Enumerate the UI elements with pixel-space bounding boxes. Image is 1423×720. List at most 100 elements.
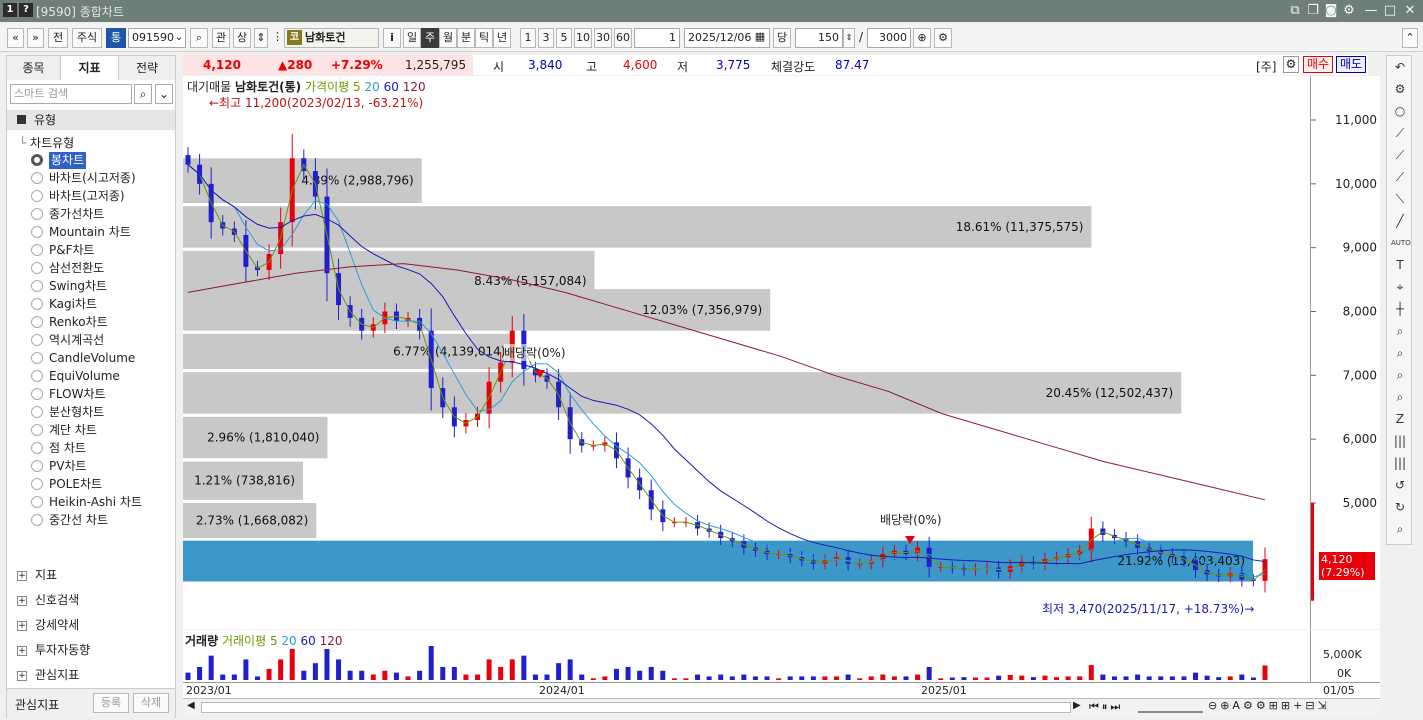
chart-type-item-16[interactable]: 점 차트 xyxy=(49,440,86,457)
tool-11-icon[interactable]: ┼ xyxy=(1391,300,1409,318)
chart-type-item-9[interactable]: Renko차트 xyxy=(49,314,108,331)
scroll-left-icon[interactable]: ◀ xyxy=(187,700,195,711)
tool-3-icon[interactable]: ⟋ xyxy=(1391,124,1409,142)
chart-type-item-8[interactable]: Kagi차트 xyxy=(49,296,97,313)
chart-type-item-5[interactable]: P&F차트 xyxy=(49,242,95,259)
count-input[interactable]: 150 xyxy=(795,28,843,48)
tool-9-icon[interactable]: T xyxy=(1391,256,1409,274)
tool-0-icon[interactable]: ↶ xyxy=(1391,58,1409,76)
count-stepper[interactable]: ⇕ xyxy=(843,28,855,48)
price-axis[interactable]: 5,000 6,000 7,000 8,000 9,000 10,000 11,000 4,… xyxy=(1310,76,1380,629)
group-1[interactable]: + 신호검색 xyxy=(17,591,79,608)
tool-2-icon[interactable]: ○ xyxy=(1391,102,1409,120)
radio-18[interactable] xyxy=(31,478,43,490)
interval-10-button[interactable]: 10 xyxy=(574,28,592,48)
chart-type-subsection[interactable]: └ 차트유형 xyxy=(19,134,74,151)
sell-button[interactable]: 매도 xyxy=(1336,56,1366,73)
tool-6-icon[interactable]: ⟍ xyxy=(1391,190,1409,208)
gwan-button[interactable]: 관 xyxy=(212,28,230,48)
radio-8[interactable] xyxy=(31,298,43,310)
chart-type-item-19[interactable]: Heikin-Ashi 차트 xyxy=(49,494,142,511)
chart-type-item-4[interactable]: Mountain 차트 xyxy=(49,224,131,241)
radio-17[interactable] xyxy=(31,460,43,472)
period-4-button[interactable]: 틱 xyxy=(475,28,493,48)
chart-type-item-10[interactable]: 역시계곡선 xyxy=(49,332,104,349)
group-0[interactable]: + 지표 xyxy=(17,566,57,583)
radio-11[interactable] xyxy=(31,352,43,364)
info-button[interactable]: i xyxy=(383,28,401,48)
window-number-badge[interactable]: 1 xyxy=(3,3,17,17)
interval-input[interactable]: 1 xyxy=(634,28,680,48)
tab-indicator[interactable]: 지표 xyxy=(61,56,119,80)
type-section-header[interactable]: 유형 xyxy=(7,110,175,130)
radio-6[interactable] xyxy=(31,262,43,274)
drag-handle-icon[interactable]: ⋮ xyxy=(272,28,283,48)
interval-30-button[interactable]: 30 xyxy=(594,28,612,48)
dang-button[interactable]: 당 xyxy=(773,28,791,48)
group-2[interactable]: + 강세약세 xyxy=(17,616,79,633)
tool-8-icon[interactable]: AUTO xyxy=(1391,234,1411,252)
radio-12[interactable] xyxy=(31,370,43,382)
radio-2[interactable] xyxy=(31,190,43,202)
chart-type-item-15[interactable]: 계단 차트 xyxy=(49,422,97,439)
radio-1[interactable] xyxy=(31,172,43,184)
updown-stepper[interactable]: ⇕ xyxy=(254,28,268,48)
nav-next-button[interactable]: » xyxy=(27,28,44,48)
scroll-up-icon[interactable]: ⌃ xyxy=(1402,28,1418,48)
interval-1-button[interactable]: 1 xyxy=(520,28,536,48)
expand-icon[interactable]: + xyxy=(17,620,27,631)
period-3-button[interactable]: 분 xyxy=(457,28,475,48)
tool-7-icon[interactable]: ╱ xyxy=(1391,212,1409,230)
search-icon[interactable]: ⌕ xyxy=(190,28,208,48)
tool-13-icon[interactable]: ⌕ xyxy=(1391,344,1409,362)
help-badge[interactable]: ? xyxy=(19,3,33,17)
chart-type-item-1[interactable]: 바차트(시고저종) xyxy=(49,170,136,187)
radio-14[interactable] xyxy=(31,406,43,418)
radio-15[interactable] xyxy=(31,424,43,436)
tool-17-icon[interactable]: ||| xyxy=(1391,432,1409,450)
max-count-input[interactable]: 3000 xyxy=(867,28,911,48)
jeon-button[interactable]: 전 xyxy=(48,28,68,48)
volume-chart[interactable] xyxy=(183,630,1310,682)
chart-type-item-3[interactable]: 종가선차트 xyxy=(49,206,104,223)
radio-16[interactable] xyxy=(31,442,43,454)
interval-60-button[interactable]: 60 xyxy=(614,28,632,48)
scroll-track[interactable] xyxy=(201,702,1071,713)
smart-search-input[interactable]: 스마트 검색 xyxy=(10,84,132,104)
tong-button[interactable]: 통 xyxy=(106,28,126,48)
gear-icon[interactable]: ⚙ xyxy=(934,28,952,48)
chart-type-item-0[interactable]: 봉차트 xyxy=(49,152,87,169)
radio-9[interactable] xyxy=(31,316,43,328)
radio-7[interactable] xyxy=(31,280,43,292)
tool-14-icon[interactable]: ⌕ xyxy=(1391,366,1409,384)
stock-type-button[interactable]: 주식 xyxy=(72,28,102,48)
zoom-icon[interactable]: ⊕ xyxy=(913,28,931,48)
chevron-down-icon[interactable]: ⌄ xyxy=(172,28,186,48)
tool-4-icon[interactable]: ⟋ xyxy=(1391,146,1409,164)
buy-button[interactable]: 매수 xyxy=(1303,56,1333,73)
register-button[interactable]: 등록 xyxy=(93,693,129,713)
tool-21-icon[interactable]: ⌕ xyxy=(1391,520,1409,538)
tool-20-icon[interactable]: ↻ xyxy=(1391,498,1409,516)
chart-type-item-17[interactable]: PV차트 xyxy=(49,458,87,475)
radio-4[interactable] xyxy=(31,226,43,238)
chevron-down-icon[interactable]: ⌄ xyxy=(155,84,173,104)
tool-12-icon[interactable]: ⌕ xyxy=(1391,322,1409,340)
nav-prev-button[interactable]: « xyxy=(7,28,24,48)
period-0-button[interactable]: 일 xyxy=(403,28,421,48)
interval-3-button[interactable]: 3 xyxy=(538,28,554,48)
tool-15-icon[interactable]: ⌕ xyxy=(1391,388,1409,406)
period-5-button[interactable]: 년 xyxy=(493,28,511,48)
chart-scrollbar[interactable]: ◀ ▶ ⏮⏸⏭ ⊖⊕A⚙⚙⊞⊞+⊟⇲ xyxy=(183,698,1380,716)
radio-19[interactable] xyxy=(31,496,43,508)
playback-controls-icon[interactable]: ⏮⏸⏭ xyxy=(1089,700,1123,714)
close-icon[interactable]: ✕ xyxy=(1402,3,1418,19)
stock-name-field[interactable]: 코 남화토건 xyxy=(284,28,379,48)
sang-button[interactable]: 상 xyxy=(233,28,251,48)
radio-3[interactable] xyxy=(31,208,43,220)
chart-type-item-20[interactable]: 중간선 차트 xyxy=(49,512,108,529)
link-icon[interactable]: ⧉ xyxy=(1287,3,1303,19)
radio-0[interactable] xyxy=(31,154,43,166)
chart-type-item-13[interactable]: FLOW차트 xyxy=(49,386,106,403)
settings-icon[interactable]: ⚙ xyxy=(1341,3,1357,19)
